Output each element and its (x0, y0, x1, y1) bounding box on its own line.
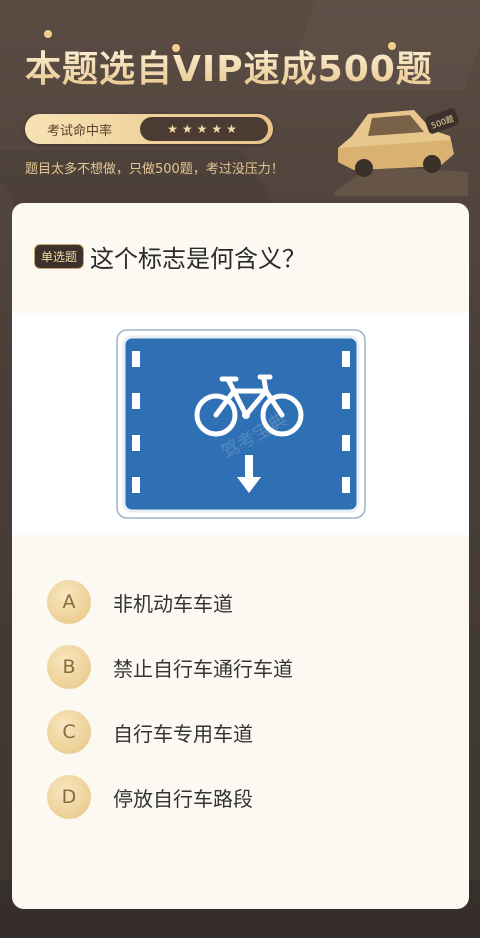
bicycle-lane-sign-icon: 驾考宝典 (116, 329, 366, 519)
car-icon: 500题 (334, 108, 468, 196)
option-letter-circle: D (47, 775, 91, 819)
hit-rate-label: 考试命中率 (47, 124, 113, 139)
option-text: 非机动车车道 (113, 591, 233, 616)
question-header: 单选题 这个标志是何含义？ (34, 239, 306, 274)
option-letter-circle: C (47, 710, 91, 754)
option-letter-circle: A (47, 580, 91, 624)
option-a[interactable]: A 非机动车车道 (47, 579, 427, 625)
balloon-decoration (44, 30, 52, 38)
option-text: 禁止自行车通行车道 (113, 656, 293, 681)
option-d[interactable]: D 停放自行车路段 (47, 774, 427, 820)
option-c[interactable]: C 自行车专用车道 (47, 709, 427, 755)
question-card: 单选题 这个标志是何含义？ 驾考宝典 A 非机动车车道 B 禁止自行车通行车道 … (12, 203, 469, 909)
option-text: 停放自行车路段 (113, 786, 253, 811)
option-letter-circle: B (47, 645, 91, 689)
hit-rate-pill: 考试命中率 ★★★★★ (25, 114, 273, 144)
option-b[interactable]: B 禁止自行车通行车道 (47, 644, 427, 690)
banner-title: 本题选自VIP速成500题 (25, 40, 433, 92)
banner-subtitle: 题目太多不想做，只做500题，考过没压力！ (25, 162, 284, 177)
sign-image-area: 驾考宝典 (12, 313, 469, 535)
question-type-badge: 单选题 (34, 244, 85, 269)
question-text: 这个标志是何含义？ (90, 245, 307, 273)
option-text: 自行车专用车道 (113, 721, 253, 746)
rating-stars: ★★★★★ (140, 117, 268, 141)
